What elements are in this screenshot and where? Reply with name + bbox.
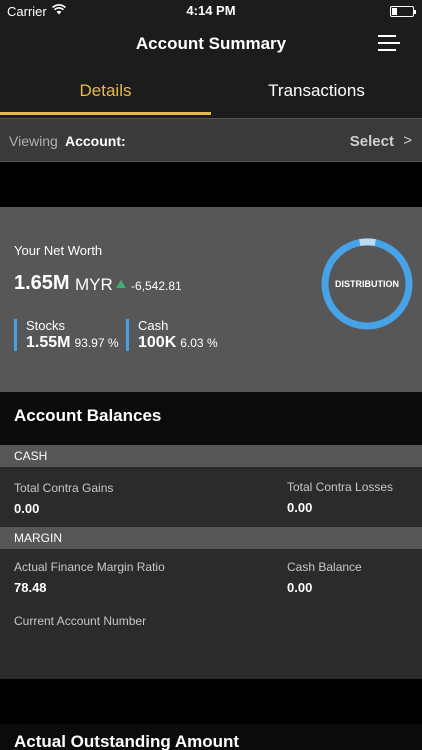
finance-margin-ratio-field: Actual Finance Margin Ratio 78.48 (14, 560, 165, 595)
battery-icon (390, 6, 416, 17)
margin-header-label: MARGIN (14, 531, 62, 545)
account-balances-title: Account Balances (14, 406, 162, 425)
total-contra-gains-label: Total Contra Gains (14, 481, 114, 495)
total-contra-losses-field: Total Contra Losses 0.00 (287, 480, 393, 515)
total-contra-losses-value: 0.00 (287, 500, 313, 515)
viewing-label: Viewing (9, 133, 58, 149)
account-balances-heading: Account Balances (0, 392, 422, 445)
total-contra-gains-value: 0.00 (14, 501, 40, 516)
net-worth-currency: MYR (75, 275, 113, 294)
hamburger-menu-icon[interactable] (378, 34, 400, 52)
status-time: 4:14 PM (186, 3, 236, 18)
select-account-button[interactable]: Select (350, 133, 394, 150)
cash-balance-label: Cash Balance (287, 560, 362, 574)
cash-header-label: CASH (14, 449, 48, 463)
cash-label: Cash (138, 318, 169, 333)
total-contra-gains-field: Total Contra Gains 0.00 (14, 481, 113, 516)
account-selector-bar[interactable]: Viewing Account: Select > (0, 118, 422, 162)
cash-section-header: CASH (0, 445, 422, 467)
total-contra-losses-label: Total Contra Losses (287, 480, 394, 494)
margin-section: Actual Finance Margin Ratio 78.48 Cash B… (0, 549, 422, 679)
cash-balance-value: 0.00 (287, 580, 313, 595)
net-worth-label: Your Net Worth (14, 243, 103, 258)
cash-stat: Cash 100K 6.03 % (126, 319, 218, 351)
stocks-percent: 93.97 % (74, 336, 119, 350)
nav-bar: Account Summary (0, 22, 422, 66)
net-worth-card: Your Net Worth 1.65M MYR -6,542.81 Stock… (0, 207, 422, 392)
stocks-stat: Stocks 1.55M 93.97 % (14, 319, 119, 351)
tab-details[interactable]: Details (0, 66, 211, 118)
outstanding-amount-heading: Actual Outstanding Amount (0, 724, 422, 750)
tab-transactions[interactable]: Transactions (211, 66, 422, 118)
stocks-label: Stocks (26, 318, 66, 333)
distribution-label[interactable]: DISTRIBUTION (320, 279, 414, 289)
finance-margin-ratio-value: 78.48 (14, 580, 47, 595)
up-arrow-icon (116, 280, 126, 288)
net-worth-change: -6,542.81 (131, 279, 182, 293)
current-account-number-label: Current Account Number (14, 614, 147, 628)
cash-value: 100K (138, 334, 177, 351)
outstanding-amount-title: Actual Outstanding Amount (14, 732, 240, 750)
current-account-number-field: Current Account Number (14, 614, 146, 634)
cash-percent: 6.03 % (180, 336, 218, 350)
net-worth-value: 1.65M (14, 272, 70, 294)
status-bar: Carrier 4:14 PM (0, 0, 422, 22)
account-label: Account: (65, 133, 126, 149)
tab-bar: Details Transactions (0, 66, 422, 118)
page-title: Account Summary (135, 34, 287, 53)
margin-section-header: MARGIN (0, 527, 422, 549)
finance-margin-ratio-label: Actual Finance Margin Ratio (14, 560, 165, 574)
chevron-right-icon[interactable]: > (403, 132, 412, 149)
cash-balance-field: Cash Balance 0.00 (287, 560, 362, 595)
cash-section: Total Contra Gains 0.00 Total Contra Los… (0, 467, 422, 527)
stocks-value: 1.55M (26, 334, 71, 351)
